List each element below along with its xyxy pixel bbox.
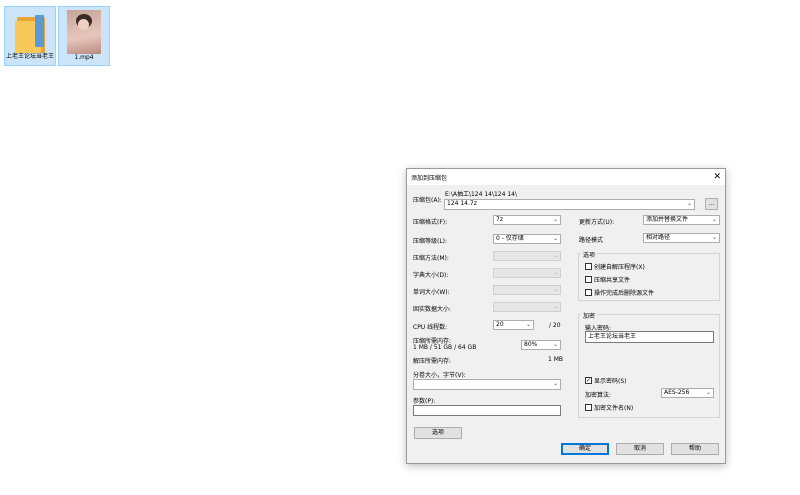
decomp-label: 解压所需内存:	[413, 358, 452, 365]
update-value: 添加并替换文件	[646, 216, 689, 223]
level-label: 压缩等级(L):	[413, 238, 448, 245]
mem-detail: 1 MB / 51 GB / 64 GB	[413, 344, 477, 351]
archive-filename: 124 14.7z	[447, 200, 477, 207]
update-select[interactable]: 添加并替换文件 ⌄	[643, 215, 720, 225]
cancel-button[interactable]: 取消	[616, 443, 664, 455]
format-select[interactable]: 7z ⌄	[493, 215, 561, 225]
solid-label: 固实数据大小:	[413, 306, 452, 313]
chevron-down-icon: ⌄	[686, 200, 692, 207]
add-to-archive-dialog: 添加到压缩包 ✕ 压缩包(A): E:\A抽工\124 14\124 14\ 1…	[406, 168, 726, 464]
enc-method-value: AES-256	[664, 389, 690, 396]
path-mode-select[interactable]: 相对路径 ⌄	[643, 233, 720, 243]
show-password-checkbox[interactable]: ✓ 显示密码(S)	[585, 376, 627, 385]
method-label: 压缩方法(M):	[413, 255, 449, 262]
chevron-down-icon: ⌄	[552, 216, 558, 223]
enc-method-label: 加密算法:	[585, 392, 612, 399]
update-label: 更新方式(U):	[579, 219, 615, 226]
password-value: 上老王论坛当老王	[588, 333, 637, 340]
password-input[interactable]: 上老王论坛当老王	[585, 331, 714, 343]
mem-percent-select[interactable]: 80% ⌄	[521, 340, 561, 350]
method-select[interactable]: ⌄	[493, 251, 561, 261]
close-icon[interactable]: ✕	[713, 172, 721, 182]
encrypt-names-checkbox[interactable]: 加密文件名(N)	[585, 403, 633, 412]
params-input[interactable]	[413, 405, 561, 416]
cpu-select[interactable]: 20 ⌄	[493, 320, 534, 330]
split-label: 分卷大小，字节(V):	[413, 372, 466, 379]
archive-path: E:\A抽工\124 14\124 14\	[445, 191, 517, 198]
format-value: 7z	[496, 216, 503, 223]
cpu-label: CPU 线程数:	[413, 324, 448, 331]
chevron-down-icon: ⌄	[552, 235, 558, 242]
chevron-down-icon: ⌄	[552, 380, 558, 387]
decomp-value: 1 MB	[548, 356, 564, 363]
encrypt-names-label: 加密文件名(N)	[594, 405, 634, 412]
chevron-down-icon: ⌄	[552, 341, 558, 348]
chevron-down-icon: ⌄	[525, 321, 531, 328]
checkmark-icon: ✓	[585, 377, 592, 384]
dialog-titlebar[interactable]: 添加到压缩包 ✕	[407, 169, 725, 185]
show-password-label: 显示密码(S)	[594, 378, 627, 385]
desktop: 上老王论坛当老王 1.mp4 添加到压缩包 ✕ 压缩包(A): E:\A抽工\1…	[0, 0, 800, 495]
help-button[interactable]: 帮助	[671, 443, 719, 455]
ok-button[interactable]: 确定	[561, 443, 609, 455]
cpu-value: 20	[496, 321, 504, 328]
shared-files-checkbox-label: 压缩共享文件	[594, 277, 631, 284]
delete-after-checkbox[interactable]: 操作完成后删除源文件	[585, 288, 654, 297]
encryption-group-title: 加密	[581, 311, 598, 320]
archive-label: 压缩包(A):	[413, 197, 442, 204]
archive-name-combo[interactable]: 124 14.7z ⌄	[444, 199, 695, 210]
chevron-down-icon: ⌄	[552, 303, 558, 310]
chevron-down-icon: ⌄	[552, 252, 558, 259]
desktop-video-file[interactable]: 1.mp4	[58, 6, 110, 66]
params-label: 参数(P):	[413, 398, 436, 405]
shared-files-checkbox[interactable]: 压缩共享文件	[585, 275, 630, 284]
chevron-down-icon: ⌄	[705, 389, 711, 396]
folder-icon	[15, 11, 45, 53]
cpu-total: / 20	[549, 322, 561, 329]
path-mode-value: 相对路径	[646, 234, 671, 241]
format-label: 压缩格式(F):	[413, 219, 448, 226]
options-group-title: 选项	[581, 250, 598, 259]
enc-method-select[interactable]: AES-256 ⌄	[661, 388, 714, 398]
sfx-checkbox[interactable]: 创建自解压程序(X)	[585, 262, 645, 271]
chevron-down-icon: ⌄	[711, 216, 717, 223]
chevron-down-icon: ⌄	[711, 234, 717, 241]
dict-select[interactable]: ⌄	[493, 268, 561, 278]
mem-percent-value: 80%	[524, 341, 538, 348]
desktop-folder-icon[interactable]: 上老王论坛当老王	[4, 6, 56, 66]
browse-button[interactable]: ...	[705, 198, 718, 210]
delete-after-checkbox-label: 操作完成后删除源文件	[594, 290, 655, 297]
desktop-video-label: 1.mp4	[74, 54, 94, 61]
level-select[interactable]: 0 - 仅存储 ⌄	[493, 234, 561, 244]
word-label: 单词大小(W):	[413, 289, 450, 296]
options-button[interactable]: 选项	[414, 427, 462, 439]
level-value: 0 - 仅存储	[496, 235, 524, 242]
dialog-title: 添加到压缩包	[411, 174, 448, 182]
word-select[interactable]: ⌄	[493, 285, 561, 295]
chevron-down-icon: ⌄	[552, 286, 558, 293]
split-combo[interactable]: ⌄	[413, 379, 561, 390]
desktop-folder-label: 上老王论坛当老王	[5, 53, 54, 60]
video-thumbnail-icon	[67, 10, 101, 54]
dict-label: 字典大小(D):	[413, 272, 449, 279]
solid-select[interactable]: ⌄	[493, 302, 561, 312]
sfx-checkbox-label: 创建自解压程序(X)	[594, 264, 645, 271]
chevron-down-icon: ⌄	[552, 269, 558, 276]
path-mode-label: 路径模式	[579, 237, 604, 244]
